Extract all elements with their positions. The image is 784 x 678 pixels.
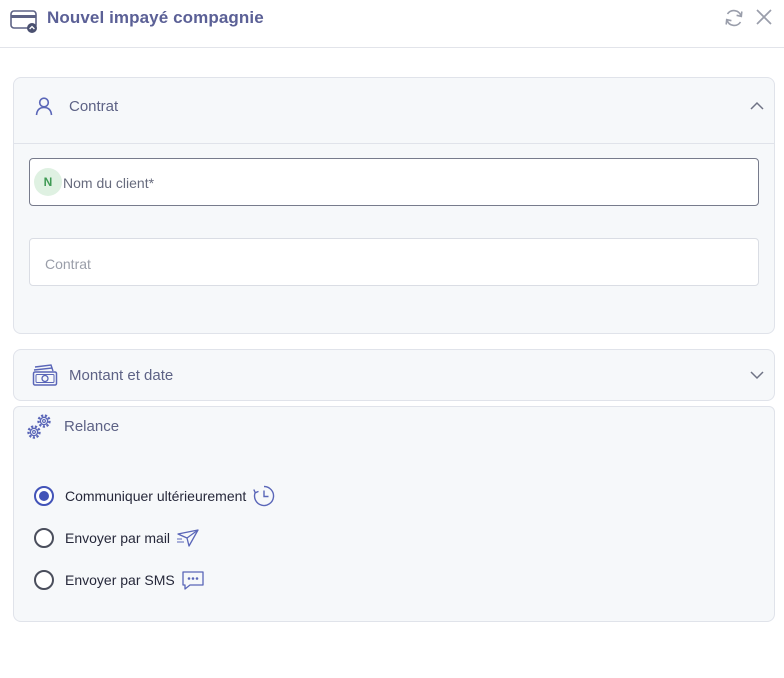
contrat-placeholder: Contrat (45, 256, 91, 272)
option-sms-label: Envoyer par SMS (65, 572, 175, 588)
close-icon[interactable] (754, 7, 774, 27)
option-mail-label: Envoyer par mail (65, 530, 171, 546)
contrat-panel: Contrat N Nom du client* Contrat (13, 77, 775, 334)
radio-communiquer[interactable] (34, 486, 54, 506)
chevron-up-icon[interactable] (750, 101, 764, 111)
option-sms[interactable]: Envoyer par SMS (34, 568, 205, 592)
money-icon (32, 364, 58, 386)
gears-icon (27, 414, 51, 439)
relance-panel-title: Relance (64, 418, 120, 435)
client-name-placeholder: Nom du client* (63, 175, 155, 191)
radio-mail[interactable] (34, 528, 54, 548)
chevron-down-icon[interactable] (750, 370, 764, 380)
relance-panel: Relance Communiquer ultérieurement Envoy… (13, 406, 775, 622)
montant-panel-title: Montant et date (69, 367, 174, 384)
contrat-input[interactable]: Contrat (29, 238, 759, 286)
client-name-input[interactable]: N Nom du client* (29, 158, 759, 206)
dialog-header: Nouvel impayé compagnie (0, 0, 784, 48)
option-mail[interactable]: Envoyer par mail (34, 526, 200, 550)
montant-panel-header[interactable]: Montant et date (14, 350, 774, 400)
contrat-panel-header[interactable]: Contrat (14, 78, 774, 144)
user-icon (35, 97, 53, 116)
credit-card-icon (10, 10, 37, 33)
sms-icon (182, 571, 204, 590)
montant-panel: Montant et date (13, 349, 775, 401)
option-communiquer-label: Communiquer ultérieurement (65, 488, 247, 504)
radio-sms[interactable] (34, 570, 54, 590)
contrat-panel-title: Contrat (69, 98, 119, 115)
send-icon (177, 529, 199, 547)
option-communiquer[interactable]: Communiquer ultérieurement (34, 484, 276, 508)
refresh-icon[interactable] (723, 7, 745, 29)
client-avatar: N (34, 168, 62, 196)
dialog-title: Nouvel impayé compagnie (47, 8, 264, 27)
clock-icon (253, 485, 275, 507)
